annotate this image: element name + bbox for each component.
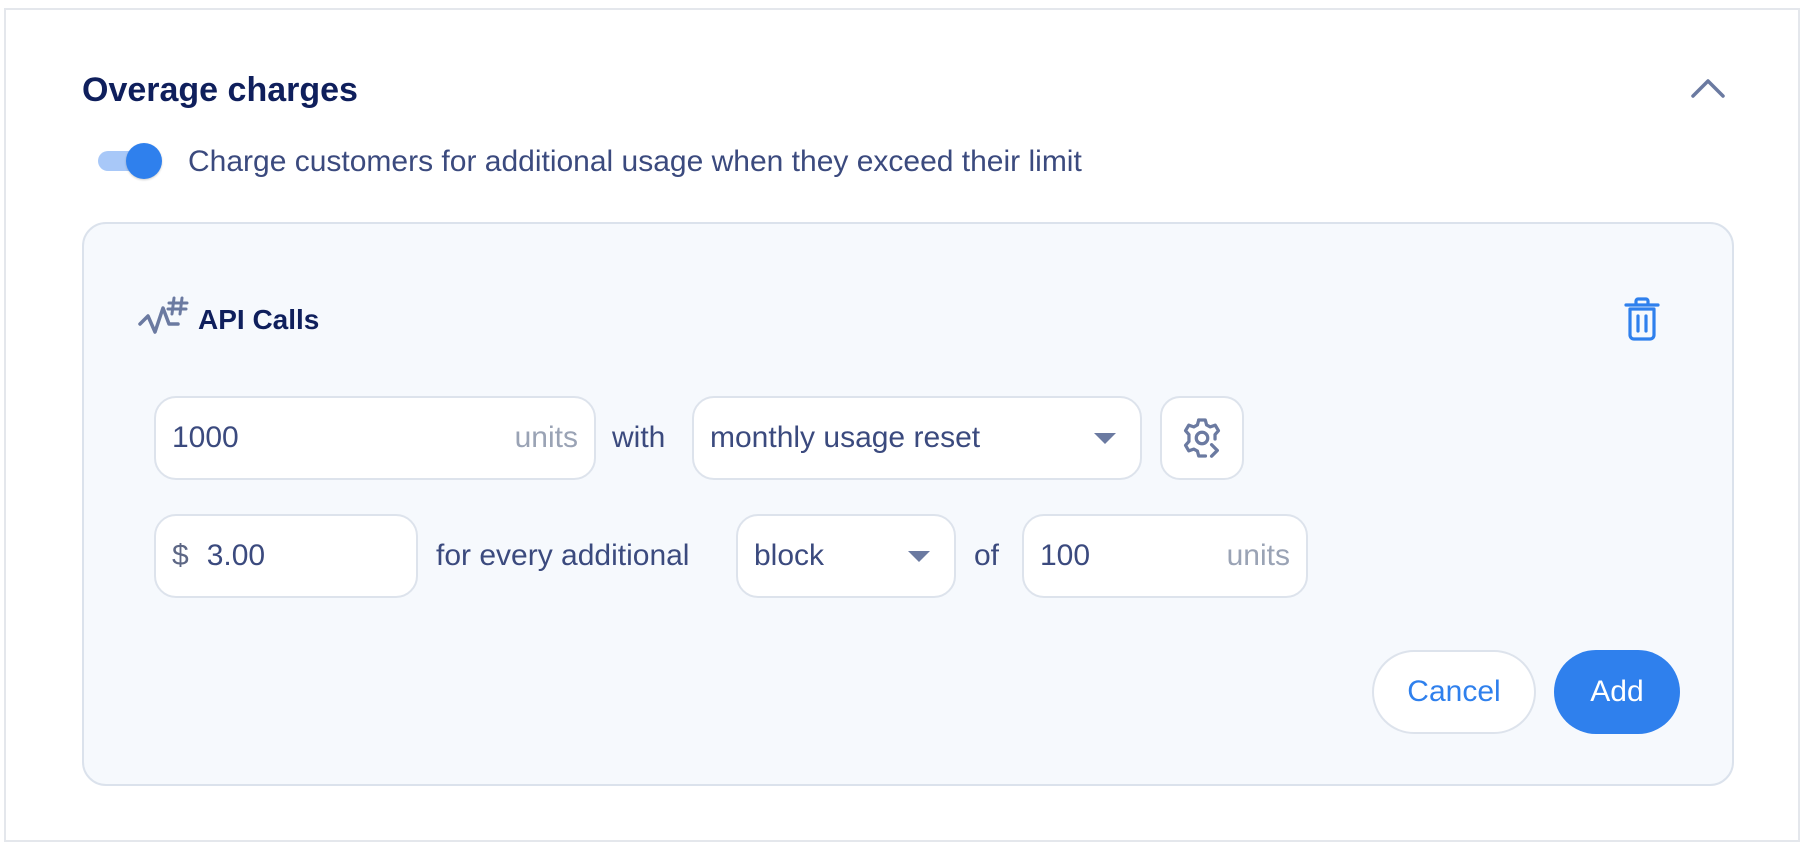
toggle-knob [126, 143, 162, 179]
overage-charges-card: Overage charges Charge customers for add… [4, 8, 1800, 842]
trash-icon [1624, 297, 1660, 341]
collapse-button[interactable] [1686, 68, 1730, 108]
metric-activity-hash-icon [138, 296, 189, 334]
metric-name: API Calls [198, 304, 320, 335]
delete-metric-button[interactable] [1618, 294, 1666, 344]
billing-model-select[interactable]: block [736, 514, 956, 598]
block-size-input[interactable]: 100 units [1022, 514, 1308, 598]
billing-model-value: block [754, 539, 825, 572]
reset-settings-button[interactable] [1160, 396, 1244, 480]
included-units-input[interactable]: 1000 units [154, 396, 596, 480]
overage-toggle-label: Charge customers for additional usage wh… [188, 145, 1082, 178]
block-size-value: 100 [1040, 539, 1091, 572]
overage-metric-panel: API Calls 1000 units with monthly usage … [82, 222, 1734, 786]
cancel-button[interactable]: Cancel [1372, 650, 1536, 734]
chevron-up-icon [1691, 79, 1725, 98]
block-size-suffix: units [1226, 539, 1290, 572]
gear-icon [1183, 418, 1221, 458]
included-units-value: 1000 [172, 421, 239, 454]
add-button[interactable]: Add [1554, 650, 1680, 734]
section-title: Overage charges [82, 71, 358, 109]
included-units-suffix: units [514, 421, 578, 454]
for-every-additional-label: for every additional [436, 539, 690, 572]
chevron-down-icon [1094, 432, 1116, 444]
overage-toggle[interactable] [98, 143, 162, 179]
chevron-down-icon [908, 550, 930, 562]
price-input[interactable]: $ 3.00 [154, 514, 418, 598]
of-label: of [974, 539, 1000, 572]
with-label: with [612, 421, 666, 454]
currency-symbol: $ [172, 539, 189, 572]
price-value: 3.00 [206, 539, 266, 572]
usage-reset-value: monthly usage reset [710, 421, 981, 454]
usage-reset-select[interactable]: monthly usage reset [692, 396, 1142, 480]
